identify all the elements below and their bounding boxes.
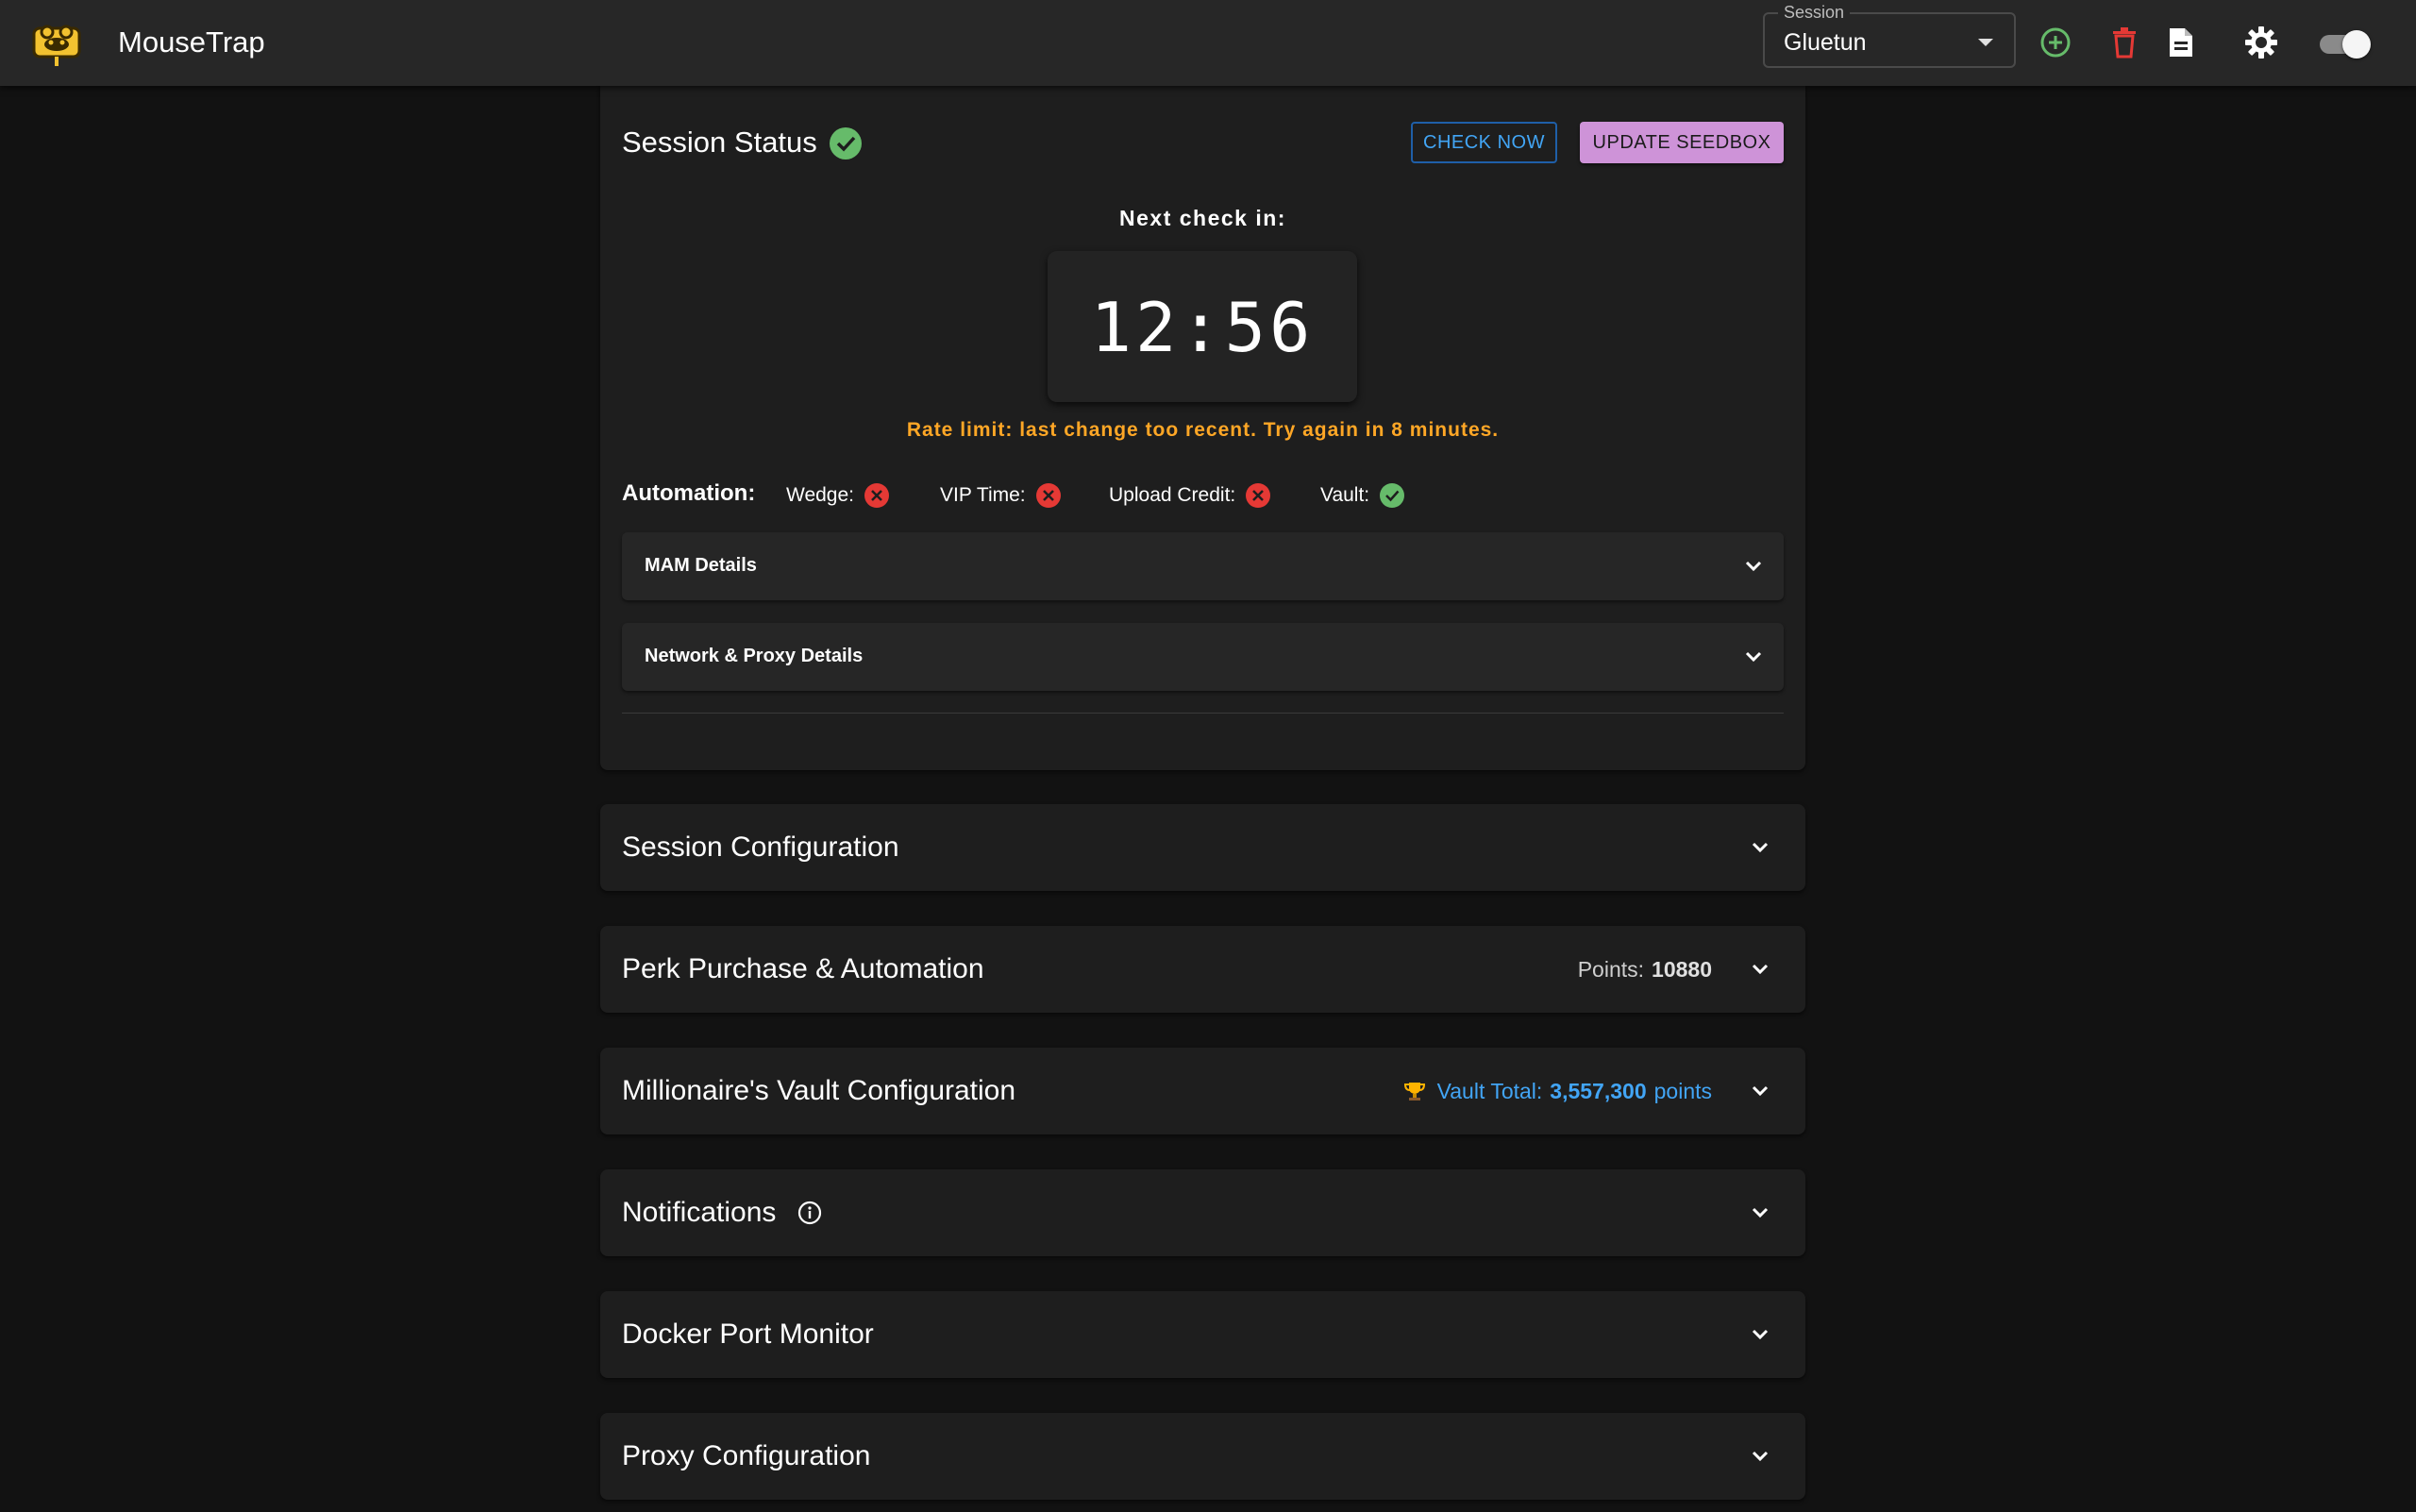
automation-vip-time: VIP Time: <box>940 482 1062 509</box>
millionaires-vault-accordion[interactable]: Millionaire's Vault Configuration Vault … <box>600 1048 1805 1134</box>
automation-label: Automation: <box>622 480 756 506</box>
vault-total-unit: points <box>1653 1079 1712 1103</box>
check-now-button[interactable]: CHECK NOW <box>1411 122 1557 163</box>
trash-icon <box>2113 27 2136 59</box>
vault-total-display: Vault Total: 3,557,300 points <box>1403 1077 1712 1105</box>
settings-button[interactable] <box>2240 21 2283 64</box>
vault-total-label: Vault Total: <box>1436 1079 1543 1103</box>
chevron-down-icon <box>1745 561 1762 572</box>
trophy-icon <box>1403 1083 1425 1100</box>
docker-port-monitor-accordion[interactable]: Docker Port Monitor <box>600 1291 1805 1378</box>
points-value: 10880 <box>1652 957 1712 982</box>
chevron-down-icon <box>1752 1207 1769 1218</box>
chevron-down-icon <box>1752 1329 1769 1340</box>
perk-purchase-accordion[interactable]: Perk Purchase & Automation Points: 10880 <box>600 926 1805 1013</box>
update-seedbox-button[interactable]: UPDATE SEEDBOX <box>1580 122 1784 163</box>
countdown-timer: 12:56 <box>1048 251 1357 402</box>
chevron-down-icon <box>1752 1085 1769 1097</box>
accordion-label: Network & Proxy Details <box>645 646 864 666</box>
chevron-down-icon <box>1752 842 1769 853</box>
chevron-down-icon <box>1978 39 1993 46</box>
proxy-configuration-accordion[interactable]: Proxy Configuration <box>600 1413 1805 1500</box>
session-status-title: Session Status <box>622 126 817 159</box>
points-display: Points: 10880 <box>1578 955 1712 983</box>
notifications-accordion[interactable]: Notifications <box>600 1169 1805 1256</box>
next-check-label: Next check in: <box>1119 206 1286 230</box>
check-circle-icon <box>830 127 862 160</box>
automation-upload-credit: Upload Credit: <box>1109 482 1271 509</box>
vault-total-value: 3,557,300 <box>1550 1079 1647 1103</box>
accordion-title: Docker Port Monitor <box>622 1319 874 1350</box>
accordion-title: Perk Purchase & Automation <box>622 953 984 984</box>
session-select-label: Session <box>1778 1 1851 24</box>
logs-button[interactable] <box>2159 21 2203 64</box>
mousetrap-logo-icon <box>28 19 85 70</box>
accordion-title: Notifications <box>622 1197 777 1228</box>
session-select-value: Gluetun <box>1784 29 1867 56</box>
accordion-title: Session Configuration <box>622 832 899 863</box>
chevron-down-icon <box>1752 1451 1769 1462</box>
session-select[interactable]: Session Gluetun <box>1763 1 2016 68</box>
theme-toggle[interactable] <box>2316 28 2371 59</box>
countdown-value: 12:56 <box>1090 288 1315 367</box>
accordion-label: MAM Details <box>645 555 757 576</box>
automation-wedge: Wedge: <box>786 482 890 509</box>
accordion-title: Millionaire's Vault Configuration <box>622 1075 1016 1106</box>
add-circle-icon <box>2040 27 2071 58</box>
toggle-thumb <box>2342 30 2371 59</box>
automation-status-row: Automation: Wedge: VIP Time: Upload Cred… <box>622 474 1754 512</box>
divider <box>622 713 1784 714</box>
add-session-button[interactable] <box>2034 21 2077 64</box>
delete-session-button[interactable] <box>2103 21 2146 64</box>
automation-vault: Vault: <box>1320 482 1405 509</box>
automation-item-label: VIP Time: <box>940 484 1026 506</box>
automation-item-label: Vault: <box>1320 484 1370 506</box>
rate-limit-message: Rate limit: last change too recent. Try … <box>906 419 1500 441</box>
automation-item-label: Wedge: <box>786 484 854 506</box>
accordion-title: Proxy Configuration <box>622 1440 871 1471</box>
info-icon[interactable] <box>797 1201 822 1225</box>
error-circle-icon <box>1035 483 1061 508</box>
error-circle-icon <box>1246 483 1271 508</box>
session-status-card: Session Status CHECK NOW UPDATE SEEDBOX … <box>600 83 1805 770</box>
app-bar: MouseTrap Session Gluetun <box>0 0 2416 86</box>
chevron-down-icon <box>1745 651 1762 663</box>
gear-icon <box>2245 26 2277 59</box>
app-title: MouseTrap <box>118 25 265 59</box>
session-configuration-accordion[interactable]: Session Configuration <box>600 804 1805 891</box>
chevron-down-icon <box>1752 964 1769 975</box>
mam-details-accordion[interactable]: MAM Details <box>622 532 1784 600</box>
check-circle-icon <box>1380 483 1405 508</box>
network-proxy-details-accordion[interactable]: Network & Proxy Details <box>622 623 1784 691</box>
error-circle-icon <box>864 483 889 508</box>
points-label: Points: <box>1577 957 1645 982</box>
automation-item-label: Upload Credit: <box>1109 484 1236 506</box>
document-icon <box>2170 28 2192 57</box>
